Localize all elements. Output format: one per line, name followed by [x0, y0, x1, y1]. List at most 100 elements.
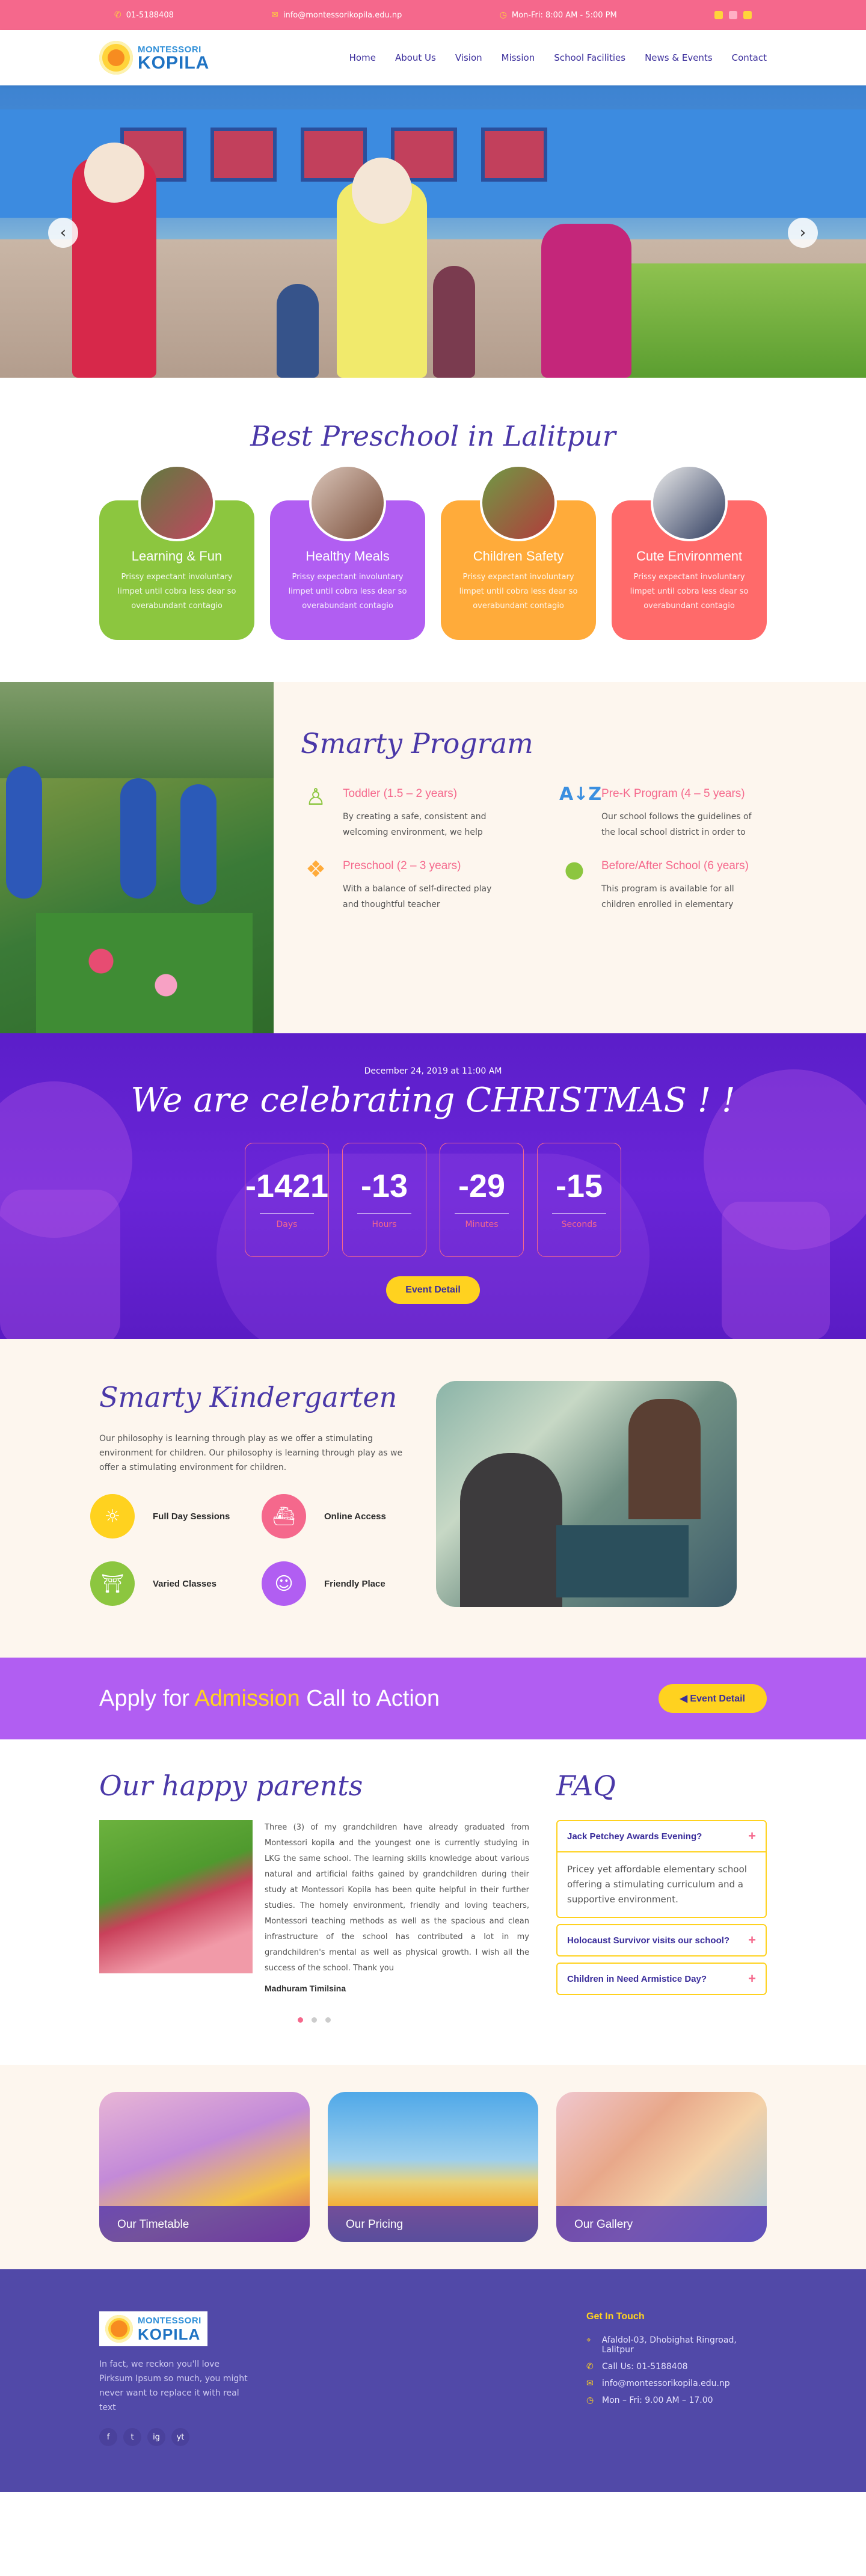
hero-slider: ‹ › — [0, 85, 866, 378]
kindergarten-intro: Our philosophy is learning through play … — [99, 1434, 403, 1472]
pricing-card[interactable]: Our Pricing — [328, 2092, 538, 2242]
footer-description: In fact, we reckon you'll love Pirksum I… — [99, 2359, 248, 2412]
faq-question[interactable]: Jack Petchey Awards Evening? + — [557, 1821, 766, 1851]
footer-contact: Get In Touch ⌖ Afaldol-03, Dhobighat Ring… — [586, 2311, 767, 2492]
feature-label: Full Day Sessions — [153, 1511, 230, 1522]
topbar-email-text: info@montessorikopila.edu.np — [283, 10, 402, 20]
program-item-text: This program is available for all childr… — [601, 884, 734, 909]
megaphone-icon: ◀ — [680, 1694, 690, 1704]
slider-prev-button[interactable]: ‹ — [48, 218, 78, 248]
clock-icon: ◷ — [499, 10, 507, 20]
cta-highlight: Admission — [194, 1685, 300, 1711]
program-item-toddler[interactable]: ♙ Toddler (1.5 – 2 years) By creating a … — [301, 784, 559, 840]
countdown-label: Minutes — [465, 1220, 499, 1229]
kindergarten-section: Smarty Kindergarten Our philosophy is le… — [0, 1339, 866, 1658]
phone-icon: ✆ — [586, 2362, 594, 2372]
program-item-prek[interactable]: A↓Z Pre-K Program (4 – 5 years) Our scho… — [559, 784, 818, 840]
feature-card-environment[interactable]: Cute Environment Prissy expectant involu… — [612, 464, 767, 640]
section-title-program: Smarty Program — [301, 727, 533, 760]
sun-icon: ☼ — [90, 1494, 135, 1539]
program-section: Smarty Program ♙ Toddler (1.5 – 2 years)… — [0, 682, 866, 1033]
facebook-icon[interactable]: f — [99, 2428, 117, 2446]
topbar-phone-text: 01-5188408 — [126, 10, 174, 20]
clock-icon: ◷ — [586, 2396, 594, 2405]
feature-card-text: Prissy expectant involuntary limpet unti… — [117, 573, 236, 610]
feature-card-learning[interactable]: Learning & Fun Prissy expectant involunt… — [99, 464, 254, 640]
section-title-faq: FAQ — [556, 1769, 616, 1802]
nav-news-events[interactable]: News & Events — [645, 52, 713, 63]
site-footer: MONTESSORI KOPILA In fact, we reckon you… — [0, 2269, 866, 2492]
timetable-card[interactable]: Our Timetable — [99, 2092, 310, 2242]
kindergarten-image — [436, 1381, 737, 1607]
phone-icon: ✆ — [114, 10, 121, 20]
nav-vision[interactable]: Vision — [455, 52, 482, 63]
nav-contact[interactable]: Contact — [732, 52, 767, 63]
nav-school-facilities[interactable]: School Facilities — [554, 52, 625, 63]
instagram-icon[interactable]: ig — [147, 2428, 165, 2446]
pagination-dot[interactable] — [312, 2017, 317, 2023]
topbar-hours: ◷ Mon-Fri: 8:00 AM - 5:00 PM — [500, 10, 617, 20]
event-title: We are celebrating CHRISTMAS ! ! — [131, 1081, 735, 1120]
feature-online-access: ⛴ Online Access — [262, 1494, 394, 1539]
contact-phone[interactable]: ✆ Call Us: 01-5188408 — [586, 2362, 767, 2372]
cta-event-detail-button[interactable]: ◀ Event Detail — [658, 1684, 767, 1713]
admission-cta: Apply for Admission Call to Action ◀ Eve… — [0, 1658, 866, 1739]
gallery-card[interactable]: Our Gallery — [556, 2092, 767, 2242]
pagination-dot[interactable] — [298, 2017, 303, 2023]
mail-icon: ✉ — [586, 2379, 594, 2388]
card-label: Our Gallery — [556, 2206, 767, 2242]
plus-icon: + — [748, 1971, 756, 1986]
nav-about-us[interactable]: About Us — [395, 52, 436, 63]
youtube-icon[interactable]: yt — [171, 2428, 189, 2446]
submarine-icon: ⛴ — [262, 1494, 306, 1539]
twitter-icon[interactable]: t — [123, 2428, 141, 2446]
section-title-best: Best Preschool in Lalitpur — [250, 420, 616, 452]
contact-address: ⌖ Afaldol-03, Dhobighat Ringroad, Lalitpu… — [586, 2335, 737, 2355]
slider-next-button[interactable]: › — [788, 218, 818, 248]
faq-answer: Pricey yet affordable elementary school … — [557, 1851, 766, 1917]
program-item-title: Before/After School (6 years) — [601, 859, 749, 872]
countdown-label: Seconds — [561, 1220, 597, 1229]
topbar-email[interactable]: ✉ info@montessorikopila.edu.np — [271, 10, 402, 20]
program-item-preschool[interactable]: ❖ Preschool (2 – 3 years) With a balance… — [301, 856, 559, 912]
pagination-dot[interactable] — [325, 2017, 331, 2023]
site-header: MONTESSORI KOPILA Home About Us Vision M… — [0, 30, 866, 85]
contact-email[interactable]: ✉ info@montessorikopila.edu.np — [586, 2379, 767, 2388]
card-label: Our Timetable — [99, 2206, 310, 2242]
feature-card-safety[interactable]: Children Safety Prissy expectant involun… — [441, 464, 596, 640]
feature-card-text: Prissy expectant involuntary limpet unti… — [459, 573, 578, 610]
plus-icon: + — [748, 1828, 756, 1843]
testimonial-pagination — [99, 2017, 529, 2023]
topbar-hours-text: Mon-Fri: 8:00 AM - 5:00 PM — [511, 10, 617, 20]
countdown-value: -29 — [458, 1168, 506, 1204]
faq-item: Jack Petchey Awards Evening? + Pricey yet… — [556, 1820, 767, 1918]
twitter-icon[interactable] — [743, 11, 752, 19]
program-image — [0, 682, 274, 1033]
contact-title: Get In Touch — [586, 2311, 645, 2322]
facebook-icon[interactable] — [714, 11, 723, 19]
faq-item: Children in Need Armistice Day? + — [556, 1963, 767, 1995]
faq-question[interactable]: Holocaust Survivor visits our school? + — [557, 1925, 766, 1955]
program-item-title: Pre-K Program (4 – 5 years) — [601, 787, 745, 800]
topbar-phone[interactable]: ✆ 01-5188408 — [114, 10, 174, 20]
countdown-minutes: -29 Minutes — [440, 1143, 524, 1257]
faq-question[interactable]: Children in Need Armistice Day? + — [557, 1964, 766, 1994]
cta-button-label: Event Detail — [690, 1694, 745, 1704]
testimonial-image — [99, 1820, 253, 1973]
countdown-hours: -13 Hours — [342, 1143, 426, 1257]
nav-mission[interactable]: Mission — [502, 52, 535, 63]
child-icon: ♙ — [305, 784, 327, 810]
apple-icon: ● — [564, 856, 585, 882]
event-detail-button[interactable]: Event Detail — [386, 1276, 480, 1304]
section-title-kindergarten: Smarty Kindergarten — [99, 1381, 398, 1413]
testimonials-faq-section: Our happy parents Three (3) of my grandc… — [0, 1739, 866, 2065]
feature-full-day: ☼ Full Day Sessions — [90, 1494, 262, 1539]
footer-logo[interactable]: MONTESSORI KOPILA — [99, 2311, 207, 2346]
feature-card-meals[interactable]: Healthy Meals Prissy expectant involunta… — [270, 464, 425, 640]
program-item-text: With a balance of self-directed play and… — [343, 884, 492, 909]
cta-title: Apply for Admission Call to Action — [99, 1685, 440, 1711]
program-item-before-after[interactable]: ● Before/After School (6 years) This pro… — [559, 856, 818, 912]
nav-home[interactable]: Home — [349, 52, 376, 63]
instagram-icon[interactable] — [729, 11, 737, 19]
site-logo[interactable]: MONTESSORI KOPILA — [99, 41, 209, 75]
